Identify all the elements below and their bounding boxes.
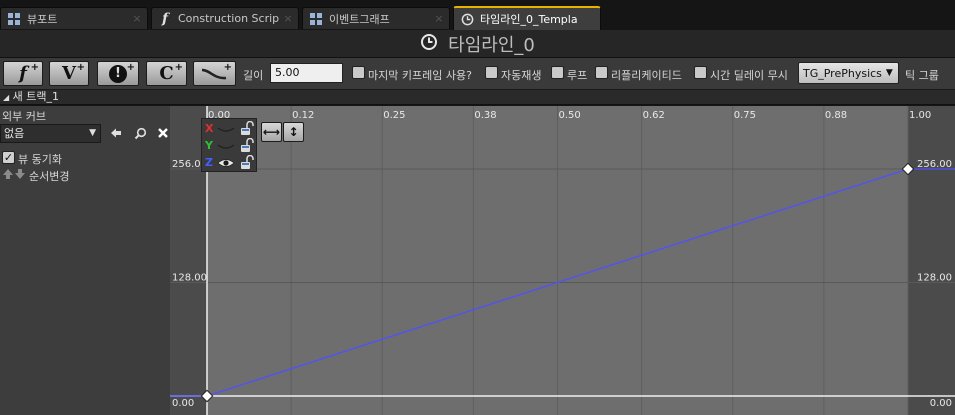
curve-channel-z: Z [204, 155, 256, 171]
function-icon: f [161, 10, 169, 27]
add-color-track-button[interactable]: C + [146, 61, 187, 86]
external-curve-label: 외부 커브 [2, 110, 46, 123]
fit-vertical-icon: ↕ [288, 125, 299, 139]
search-icon[interactable] [133, 127, 147, 141]
collapse-arrow-icon[interactable]: ◢ [3, 93, 9, 102]
caret-down-icon: ▼ [885, 68, 893, 78]
tick-group-select[interactable]: TG_PrePhysics ▼ [798, 62, 899, 84]
color-icon: C [159, 63, 174, 84]
external-curve-select[interactable]: 없음 ▼ [0, 124, 101, 143]
vector-icon: V [62, 63, 76, 84]
tab-timeline[interactable]: 타임라인_0_Templa [453, 6, 601, 30]
curve-channel-y: Y [204, 138, 256, 154]
add-external-curve-button[interactable]: + [193, 61, 236, 86]
use-last-keyframe-label: 마지막 키프레임 사용? [368, 69, 472, 82]
y-tick-label-right: 0.00 [930, 398, 952, 409]
arrow-left-icon[interactable] [109, 127, 123, 141]
add-vector-track-button[interactable]: V + [49, 61, 89, 86]
plus-icon: + [30, 62, 39, 73]
track-settings-panel: 외부 커브 없음 ▼ ✓ 뷰 동기화 순서변경 [0, 106, 170, 415]
clear-icon[interactable] [156, 127, 170, 141]
y-tick-label: 128.00 [172, 273, 207, 284]
function-icon: f [19, 63, 27, 84]
timeline-toolbar: f + V + ! + C + + 길이 5.00 마지막 키프레임 사용? 자… [0, 58, 955, 90]
fit-horizontal-icon: ⟷ [262, 125, 281, 139]
x-tick-label: 0.75 [734, 110, 756, 121]
tab-label: Construction Scrip [178, 12, 280, 25]
clock-icon [420, 33, 438, 54]
ignore-time-dilation-label: 시간 딜레이 무시 [710, 69, 788, 82]
y-tick-label-right: 128.00 [917, 273, 952, 284]
hidden-eye-icon[interactable] [217, 141, 235, 151]
close-icon[interactable]: × [130, 12, 144, 25]
channel-z-letter: Z [205, 156, 213, 169]
viewport-grid-icon [7, 12, 21, 26]
use-last-keyframe-checkbox[interactable] [352, 66, 365, 79]
curve-channel-controls: X Y Z [201, 118, 257, 172]
x-tick-label: 1.00 [909, 110, 931, 121]
curve-graph-svg[interactable]: 0.00 0.12 0.25 0.38 0.50 0.62 0.75 0.88 1.00256.… [170, 106, 955, 415]
close-icon[interactable]: × [432, 12, 446, 25]
plus-icon: + [223, 62, 232, 73]
length-label: 길이 [243, 69, 264, 82]
page-title: 타임라인_0 [448, 34, 535, 56]
add-float-track-button[interactable]: f + [3, 61, 43, 86]
x-tick-label: 0.12 [292, 110, 314, 121]
length-input[interactable]: 5.00 [270, 63, 343, 83]
y-tick-label: 0.00 [172, 398, 194, 409]
tab-event-graph[interactable]: 이벤트그래프 × [302, 7, 450, 29]
x-tick-label: 0.88 [825, 110, 847, 121]
autoplay-checkbox[interactable] [485, 66, 498, 79]
x-tick-label: 0.25 [383, 110, 405, 121]
tab-construction-script[interactable]: f Construction Scrip × [151, 7, 299, 29]
reorder-arrows-icon[interactable] [2, 168, 26, 183]
hidden-eye-icon[interactable] [217, 124, 235, 134]
timeline-title-bar: 타임라인_0 [0, 30, 955, 58]
autoplay-label: 자동재생 [501, 69, 542, 82]
tab-viewport[interactable]: 뷰포트 × [0, 7, 148, 29]
external-curve-value: 없음 [4, 127, 25, 140]
x-tick-label: 0.62 [643, 110, 665, 121]
plus-icon: + [174, 62, 183, 73]
eye-icon[interactable] [217, 158, 235, 168]
channel-y-letter: Y [205, 139, 213, 152]
tab-label: 이벤트그래프 [329, 12, 390, 26]
fit-vertical-button[interactable]: ↕ [283, 122, 304, 142]
unlock-icon[interactable] [240, 155, 254, 170]
loop-label: 루프 [567, 69, 588, 82]
fit-horizontal-button[interactable]: ⟷ [261, 122, 282, 142]
caret-down-icon: ▼ [89, 128, 96, 138]
track-name[interactable]: 새 트랙_1 [13, 90, 59, 103]
unlock-icon[interactable] [240, 138, 254, 153]
loop-checkbox[interactable] [551, 66, 564, 79]
tab-label: 뷰포트 [27, 12, 58, 26]
tab-bar: 뷰포트 × f Construction Scrip × 이벤트그래프 × 타임… [0, 0, 955, 30]
tab-label: 타임라인_0_Templa [480, 13, 578, 26]
ignore-time-dilation-checkbox[interactable] [694, 66, 707, 79]
add-event-track-button[interactable]: ! + [97, 61, 139, 86]
sync-view-checkbox[interactable]: ✓ [2, 151, 15, 164]
plus-icon: + [126, 62, 135, 73]
x-tick-label: 0.38 [474, 110, 496, 121]
replicated-label: 리플리케이티드 [611, 69, 682, 82]
track-header[interactable]: ◢ 새 트랙_1 [0, 90, 955, 105]
x-tick-label: 0.50 [559, 110, 581, 121]
channel-x-letter: X [205, 122, 214, 135]
unlock-icon[interactable] [240, 121, 254, 136]
curve-channel-x: X [204, 121, 256, 137]
replicated-checkbox[interactable] [595, 66, 608, 79]
sync-view-label: 뷰 동기화 [18, 153, 62, 166]
event-graph-grid-icon [309, 12, 323, 26]
tick-group-value: TG_PrePhysics [803, 66, 882, 80]
close-icon[interactable]: × [281, 12, 295, 25]
plus-icon: + [76, 62, 85, 73]
curve-graph[interactable]: 0.00 0.12 0.25 0.38 0.50 0.62 0.75 0.88 1.00 256.… [170, 106, 955, 415]
event-icon: ! [109, 64, 127, 83]
tick-group-label: 틱 그룹 [905, 69, 939, 82]
reorder-label: 순서변경 [29, 170, 70, 183]
clock-icon [460, 12, 474, 26]
